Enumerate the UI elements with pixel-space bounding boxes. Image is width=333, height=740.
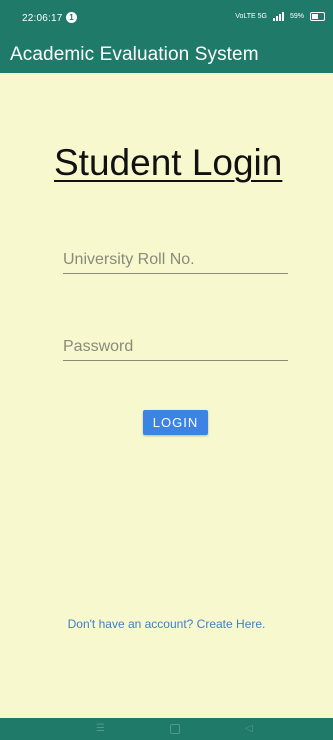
password-field[interactable]: [63, 334, 288, 361]
notification-badge: 1: [66, 12, 77, 23]
home-icon[interactable]: [170, 724, 180, 734]
menu-icon[interactable]: ☰: [96, 724, 105, 734]
battery-percent: 59%: [289, 13, 304, 20]
system-nav-bar: ☰ ◁: [0, 718, 333, 740]
signal-icon: [272, 12, 284, 21]
create-account-link[interactable]: Don't have an account? Create Here.: [0, 617, 333, 631]
status-time: 22:06:17: [22, 13, 63, 24]
app-bar: Academic Evaluation System: [0, 40, 333, 73]
page-title: Student Login: [54, 142, 283, 183]
network-type-text: VoLTE 5G: [235, 13, 267, 20]
login-screen: 22:06:17 1 VoLTE 5G 59% Academic Evaluat…: [0, 0, 333, 740]
login-button[interactable]: LOGIN: [143, 410, 208, 435]
status-indicators: VoLTE 5G 59%: [235, 12, 325, 21]
battery-icon: [310, 12, 325, 21]
back-icon[interactable]: ◁: [245, 724, 253, 734]
status-bar: 22:06:17 1 VoLTE 5G 59%: [0, 0, 333, 40]
roll-number-field[interactable]: [63, 247, 288, 274]
app-title: Academic Evaluation System: [10, 44, 259, 65]
